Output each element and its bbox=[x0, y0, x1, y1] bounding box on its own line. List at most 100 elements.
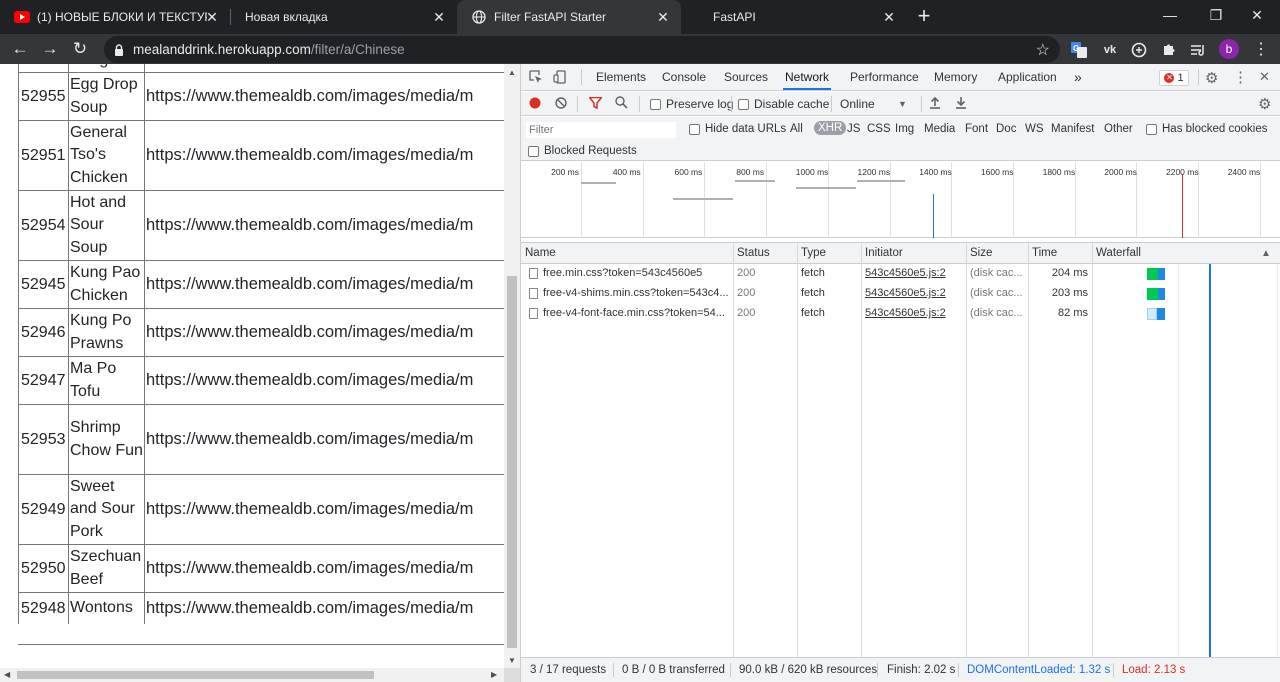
overview-activity-bar bbox=[796, 187, 856, 189]
export-har-icon[interactable] bbox=[955, 96, 967, 109]
column-header-type[interactable]: Type bbox=[801, 247, 826, 259]
minimize-button[interactable]: — bbox=[1147, 0, 1193, 30]
lock-icon[interactable] bbox=[114, 43, 124, 61]
reading-list-icon[interactable] bbox=[1189, 41, 1207, 59]
checkbox-box[interactable] bbox=[689, 123, 700, 135]
profile-avatar[interactable]: b bbox=[1219, 39, 1239, 59]
column-header-initiator[interactable]: Initiator bbox=[865, 247, 903, 259]
tab-strip: (1) НОВЫЕ БЛОКИ И ТЕКСТУРЫ ✕ Новая вклад… bbox=[0, 0, 1280, 34]
filter-type-manifest[interactable]: Manifest bbox=[1051, 123, 1094, 135]
error-count-badge[interactable]: ✕ 1 bbox=[1159, 70, 1189, 86]
vk-icon[interactable]: vk bbox=[1101, 41, 1119, 59]
tab-youtube[interactable]: (1) НОВЫЕ БЛОКИ И ТЕКСТУРЫ ✕ bbox=[0, 0, 230, 34]
checkbox-box[interactable] bbox=[1146, 123, 1157, 135]
filter-type-media[interactable]: Media bbox=[924, 123, 955, 135]
close-icon[interactable]: ✕ bbox=[655, 9, 671, 25]
window-close-button[interactable]: ✕ bbox=[1234, 0, 1280, 30]
filter-type-xhr[interactable]: XHR bbox=[814, 121, 847, 135]
puzzle-icon[interactable] bbox=[1160, 41, 1178, 59]
devtools-menu-icon[interactable]: ⋮ bbox=[1233, 68, 1248, 86]
translate-icon[interactable]: G bbox=[1070, 41, 1088, 59]
reload-button[interactable]: ↻ bbox=[68, 37, 92, 61]
inspect-element-icon[interactable] bbox=[529, 70, 543, 87]
extension-icon[interactable] bbox=[1130, 41, 1148, 59]
filter-type-img[interactable]: Img bbox=[895, 123, 914, 135]
filter-type-font[interactable]: Font bbox=[965, 123, 988, 135]
preserve-log-checkbox[interactable]: Preserve log bbox=[650, 97, 733, 111]
column-header-size[interactable]: Size bbox=[970, 247, 992, 259]
close-icon[interactable]: ✕ bbox=[204, 9, 220, 25]
devtools-tab-console[interactable]: Console bbox=[660, 64, 708, 90]
tab-fastapi[interactable]: FastAPI ✕ bbox=[681, 0, 907, 34]
throttling-select[interactable]: Online ▼ bbox=[840, 97, 910, 111]
devtools-tab-application[interactable]: Application bbox=[996, 64, 1059, 90]
request-initiator[interactable]: 543c4560e5.js:2 bbox=[865, 287, 963, 299]
devtools-tab-performance[interactable]: Performance bbox=[848, 64, 921, 90]
scrollbar-corner bbox=[504, 668, 520, 682]
filter-funnel-icon[interactable] bbox=[589, 97, 602, 109]
column-header-status[interactable]: Status bbox=[737, 247, 770, 259]
bookmark-star-icon[interactable]: ☆ bbox=[1036, 40, 1050, 60]
sort-ascending-icon[interactable]: ▲ bbox=[1261, 248, 1271, 259]
maximize-button[interactable]: ❐ bbox=[1193, 0, 1239, 30]
hide-data-urls-checkbox[interactable]: Hide data URLs bbox=[689, 123, 786, 135]
svg-text:G: G bbox=[1073, 44, 1079, 53]
device-toolbar-icon[interactable] bbox=[553, 70, 567, 87]
file-icon bbox=[529, 288, 538, 299]
dom-content-loaded-time: DOMContentLoaded: 1.32 s bbox=[967, 664, 1111, 676]
filter-type-doc[interactable]: Doc bbox=[996, 123, 1016, 135]
tab-new-tab[interactable]: Новая вкладка ✕ bbox=[231, 0, 457, 34]
forward-button[interactable]: → bbox=[38, 37, 62, 61]
request-row[interactable]: free-v4-font-face.min.css?token=54... 200… bbox=[521, 304, 1277, 324]
filter-type-js[interactable]: JS bbox=[847, 123, 860, 135]
scroll-left-arrow-icon[interactable]: ◀ bbox=[4, 670, 10, 679]
has-blocked-cookies-checkbox[interactable]: Has blocked cookies bbox=[1146, 123, 1267, 135]
settings-gear-icon[interactable]: ⚙ bbox=[1205, 69, 1218, 87]
filter-type-ws[interactable]: WS bbox=[1025, 123, 1044, 135]
disable-cache-checkbox[interactable]: Disable cache bbox=[738, 97, 829, 111]
request-initiator[interactable]: 543c4560e5.js:2 bbox=[865, 307, 963, 319]
filter-type-all[interactable]: All bbox=[790, 123, 803, 135]
blocked-requests-checkbox[interactable]: Blocked Requests bbox=[528, 145, 637, 157]
tab-title: (1) НОВЫЕ БЛОКИ И ТЕКСТУРЫ bbox=[37, 10, 207, 24]
scroll-up-arrow-icon[interactable]: ▲ bbox=[508, 68, 516, 77]
column-header-waterfall[interactable]: Waterfall bbox=[1096, 247, 1141, 259]
tab-title: Filter FastAPI Starter bbox=[494, 10, 607, 24]
devtools-tab-sources[interactable]: Sources bbox=[722, 64, 770, 90]
more-tabs-button[interactable]: » bbox=[1072, 64, 1084, 90]
filter-input[interactable] bbox=[525, 121, 677, 139]
network-settings-gear-icon[interactable]: ⚙ bbox=[1258, 95, 1271, 113]
devtools-tab-network[interactable]: Network bbox=[783, 64, 832, 90]
devtools-tab-memory[interactable]: Memory bbox=[932, 64, 979, 90]
filter-type-other[interactable]: Other bbox=[1104, 123, 1133, 135]
column-header-name[interactable]: Name bbox=[525, 247, 556, 259]
request-row[interactable]: free.min.css?token=543c4560e5 200 fetch 543… bbox=[521, 264, 1277, 284]
checkbox-box[interactable] bbox=[528, 145, 539, 157]
clear-icon[interactable] bbox=[555, 97, 567, 109]
close-devtools-icon[interactable]: ✕ bbox=[1259, 69, 1270, 85]
filter-type-css[interactable]: CSS bbox=[867, 123, 891, 135]
vertical-scrollbar[interactable]: ▲ ▼ bbox=[504, 64, 520, 668]
close-icon[interactable]: ✕ bbox=[431, 9, 447, 25]
request-row[interactable]: free-v4-shims.min.css?token=543c4... 200 f… bbox=[521, 284, 1277, 304]
import-har-icon[interactable] bbox=[929, 96, 941, 109]
scroll-down-arrow-icon[interactable]: ▼ bbox=[508, 656, 516, 665]
request-initiator[interactable]: 543c4560e5.js:2 bbox=[865, 267, 963, 279]
scroll-right-arrow-icon[interactable]: ▶ bbox=[491, 670, 497, 679]
horizontal-scrollbar[interactable]: ◀ ▶ bbox=[0, 668, 504, 682]
close-icon[interactable]: ✕ bbox=[881, 9, 897, 25]
checkbox-box[interactable] bbox=[738, 98, 749, 110]
address-bar[interactable]: mealanddrink.herokuapp.com/filter/a/Chin… bbox=[104, 36, 1060, 63]
checkbox-box[interactable] bbox=[650, 98, 661, 110]
chrome-menu-icon[interactable]: ⋮ bbox=[1249, 37, 1273, 61]
search-icon[interactable] bbox=[615, 96, 628, 109]
new-tab-button[interactable]: + bbox=[912, 5, 936, 29]
tab-filter-fastapi-starter[interactable]: Filter FastAPI Starter ✕ bbox=[457, 0, 681, 34]
column-header-time[interactable]: Time bbox=[1032, 247, 1057, 259]
network-overview-timeline[interactable]: 200 ms 400 ms 600 ms 800 ms 1000 ms 1200 ms 14… bbox=[521, 162, 1280, 238]
vertical-scroll-thumb[interactable] bbox=[507, 276, 517, 648]
back-button[interactable]: ← bbox=[8, 37, 32, 61]
horizontal-scroll-thumb[interactable] bbox=[17, 671, 374, 679]
devtools-tab-elements[interactable]: Elements bbox=[594, 64, 648, 90]
record-icon[interactable] bbox=[529, 97, 541, 109]
